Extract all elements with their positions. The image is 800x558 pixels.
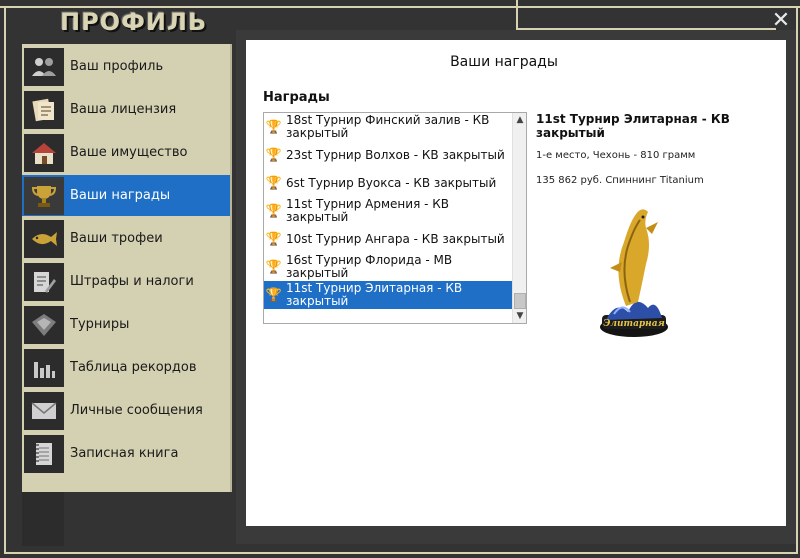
users-icon bbox=[24, 47, 64, 86]
window-title: ПРОФИЛЬ bbox=[60, 8, 208, 36]
trophy-icon bbox=[24, 176, 64, 215]
trophy-icon: 🏆 bbox=[265, 203, 283, 219]
award-label: 16st Турнир Флорида - МВ закрытый bbox=[286, 253, 453, 280]
sidebar-item-label: Записная книга bbox=[70, 446, 179, 461]
award-base-label: Элитарная bbox=[603, 319, 665, 329]
sidebar-item-label: Таблица рекордов bbox=[70, 360, 197, 375]
award-label: 18st Турнир Финский залив - КВ закрытый bbox=[286, 113, 490, 140]
award-detail-prize: 135 862 руб. Спиннинг Titanium bbox=[536, 175, 704, 186]
list-item[interactable]: 🏆 23st Турнир Волхов - КВ закрытый bbox=[264, 141, 512, 169]
list-scrollbar[interactable]: ▲ ▼ bbox=[512, 113, 526, 323]
list-item[interactable]: 🏆 11st Турнир Армения - КВ закрытый bbox=[264, 197, 512, 225]
list-item[interactable]: 🏆 16st Турнир Флорида - МВ закрытый bbox=[264, 253, 512, 281]
sidebar-item-label: Ваши трофеи bbox=[70, 231, 163, 246]
fish-icon bbox=[24, 219, 64, 258]
trophy-icon: 🏆 bbox=[265, 119, 283, 135]
list-item[interactable]: 🏆 10st Турнир Ангара - КВ закрытый bbox=[264, 225, 512, 253]
document-pen-icon bbox=[24, 262, 64, 301]
close-button[interactable]: ✕ bbox=[770, 10, 792, 32]
award-detail-title: 11st Турнир Элитарная - КВ закрытый bbox=[536, 112, 730, 140]
sidebar-item-records[interactable]: Таблица рекордов bbox=[22, 347, 230, 388]
award-label: 11st Турнир Армения - КВ закрытый bbox=[286, 197, 450, 224]
list-item[interactable]: 🏆 6st Турнир Вуокса - КВ закрытый bbox=[264, 169, 512, 197]
award-label: 10st Турнир Ангара - КВ закрытый bbox=[286, 231, 505, 246]
notebook-icon bbox=[24, 434, 64, 473]
award-trophy-image: Элитарная bbox=[596, 202, 676, 342]
profile-window: ПРОФИЛЬ ✕ Ваш профиль Ваша лицензия Ваше… bbox=[0, 0, 800, 558]
award-label: 6st Турнир Вуокса - КВ закрытый bbox=[286, 175, 497, 190]
sidebar-item-label: Ваша лицензия bbox=[70, 102, 177, 117]
trophy-icon: 🏆 bbox=[265, 287, 283, 303]
sidebar-item-profile[interactable]: Ваш профиль bbox=[22, 46, 230, 87]
frame-divider bbox=[4, 552, 798, 554]
trophy-icon: 🏆 bbox=[265, 259, 283, 275]
award-label: 11st Турнир Элитарная - КВ закрытый bbox=[286, 281, 463, 308]
tournament-icon bbox=[24, 305, 64, 344]
sidebar: Ваш профиль Ваша лицензия Ваше имущество… bbox=[22, 44, 232, 492]
sidebar-item-label: Штрафы и налоги bbox=[70, 274, 194, 289]
list-item[interactable]: 🏆 18st Турнир Финский залив - КВ закрыты… bbox=[264, 113, 512, 141]
sidebar-item-tournaments[interactable]: Турниры bbox=[22, 304, 230, 345]
chevron-down-icon[interactable]: ▼ bbox=[513, 309, 526, 323]
award-detail-place: 1-е место, Чехонь - 810 грамм bbox=[536, 150, 696, 161]
page-title: Ваши награды bbox=[450, 54, 558, 70]
awards-list[interactable]: 🏆 18st Турнир Финский залив - КВ закрыты… bbox=[263, 112, 527, 324]
list-heading: Награды bbox=[263, 90, 330, 105]
house-icon bbox=[24, 133, 64, 172]
envelope-icon bbox=[24, 391, 64, 430]
frame-divider bbox=[796, 6, 798, 554]
sidebar-item-label: Ваши награды bbox=[70, 188, 171, 203]
sidebar-item-license[interactable]: Ваша лицензия bbox=[22, 89, 230, 130]
sidebar-item-notebook[interactable]: Записная книга bbox=[22, 433, 230, 474]
trophy-icon: 🏆 bbox=[265, 231, 283, 247]
sidebar-item-property[interactable]: Ваше имущество bbox=[22, 132, 230, 173]
sidebar-item-messages[interactable]: Личные сообщения bbox=[22, 390, 230, 431]
sidebar-item-label: Турниры bbox=[70, 317, 130, 332]
sidebar-item-label: Личные сообщения bbox=[70, 403, 203, 418]
sidebar-item-awards[interactable]: Ваши награды bbox=[22, 175, 230, 216]
list-item-selected[interactable]: 🏆 11st Турнир Элитарная - КВ закрытый bbox=[264, 281, 512, 309]
scroll-thumb[interactable] bbox=[514, 293, 526, 309]
chevron-up-icon[interactable]: ▲ bbox=[513, 113, 526, 127]
sidebar-footer bbox=[22, 492, 64, 546]
sidebar-item-fines[interactable]: Штрафы и налоги bbox=[22, 261, 230, 302]
awards-panel: Ваши награды Награды 🏆 18st Турнир Финск… bbox=[246, 40, 786, 526]
frame-divider bbox=[4, 6, 6, 554]
trophy-icon: 🏆 bbox=[265, 175, 283, 191]
award-label: 23st Турнир Волхов - КВ закрытый bbox=[286, 147, 505, 162]
license-icon bbox=[24, 90, 64, 129]
sidebar-item-trophies[interactable]: Ваши трофеи bbox=[22, 218, 230, 259]
trophy-icon: 🏆 bbox=[265, 147, 283, 163]
frame-divider bbox=[516, 0, 518, 30]
sidebar-item-label: Ваше имущество bbox=[70, 145, 188, 160]
bar-chart-icon bbox=[24, 348, 64, 387]
sidebar-item-label: Ваш профиль bbox=[70, 59, 164, 74]
